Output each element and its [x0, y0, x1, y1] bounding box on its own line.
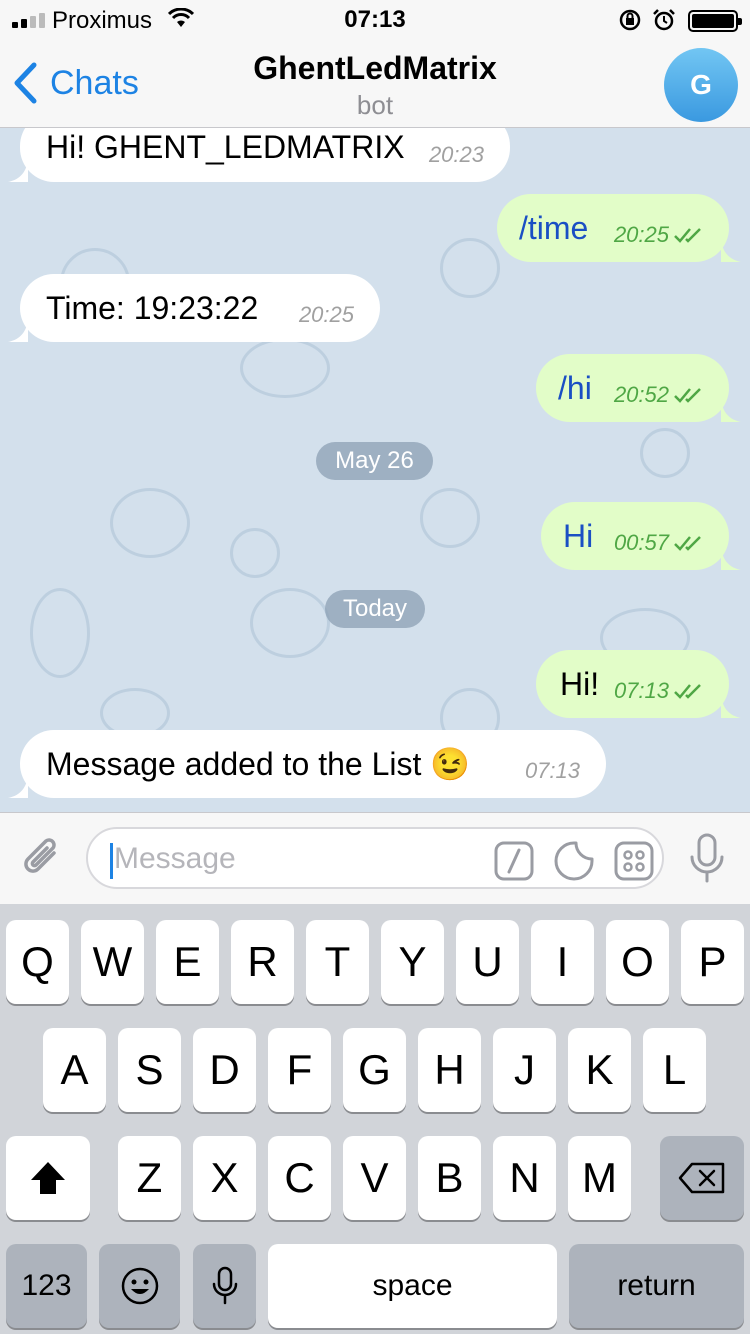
message-text: Hi [563, 517, 594, 554]
emoji-key[interactable] [99, 1244, 180, 1328]
dictation-key[interactable] [193, 1244, 256, 1328]
message-time: 20:25 [614, 222, 703, 248]
key-d[interactable]: D [193, 1028, 256, 1112]
microphone-icon [212, 1266, 237, 1305]
bubble-tail [721, 400, 741, 422]
bubble-tail [8, 776, 28, 798]
key-y[interactable]: Y [381, 920, 444, 1004]
chat-header: Chats GhentLedMatrix bot G [0, 40, 750, 128]
read-receipt-icon [674, 536, 701, 551]
bubble-tail [721, 240, 741, 262]
wallpaper-doodle [230, 528, 280, 578]
key-c[interactable]: C [268, 1136, 331, 1220]
message-bubble-incoming[interactable]: Hi! GHENT_LEDMATRIX 20:23 [8, 128, 510, 182]
key-z[interactable]: Z [118, 1136, 181, 1220]
space-key[interactable]: space [268, 1244, 557, 1328]
bubble-tail [8, 320, 28, 342]
message-time: 07:13 [524, 758, 580, 783]
date-separator: Today [325, 590, 425, 628]
wallpaper-doodle [420, 488, 480, 548]
message-text: /time [519, 209, 589, 246]
key-n[interactable]: N [493, 1136, 556, 1220]
message-bubble-outgoing[interactable]: Hi 00:57 [541, 502, 741, 570]
message-time: 20:23 [428, 142, 484, 167]
orientation-lock-icon [619, 9, 641, 31]
message-bubble-outgoing[interactable]: /hi 20:52 [536, 354, 741, 422]
message-time: 07:13 [614, 678, 703, 704]
message-time: 00:57 [614, 530, 703, 556]
keyboard: Q W E R T Y U I O P A S D F G H J K L Z … [0, 904, 750, 1334]
message-field[interactable] [86, 827, 664, 889]
key-x[interactable]: X [193, 1136, 256, 1220]
date-separator: May 26 [316, 442, 433, 480]
sticker-icon[interactable] [554, 841, 594, 881]
key-l[interactable]: L [643, 1028, 706, 1112]
return-key[interactable]: return [569, 1244, 744, 1328]
message-text: /hi [558, 369, 592, 406]
chat-subtitle: bot [356, 90, 394, 120]
key-u[interactable]: U [456, 920, 519, 1004]
message-input[interactable] [114, 839, 474, 879]
message-text: Time: 19:23:22 [46, 289, 259, 326]
message-bubble-outgoing[interactable]: Hi! 07:13 [536, 650, 741, 718]
alarm-icon [653, 9, 675, 31]
bubble-tail [721, 548, 741, 570]
status-bar: Proximus 07:13 [0, 0, 750, 40]
key-e[interactable]: E [156, 920, 219, 1004]
wallpaper-doodle [240, 338, 330, 398]
text-caret [110, 843, 113, 879]
message-bubble-incoming[interactable]: Message added to the List 😉 07:13 [8, 730, 606, 798]
key-k[interactable]: K [568, 1028, 631, 1112]
backspace-key[interactable] [660, 1136, 744, 1220]
key-f[interactable]: F [268, 1028, 331, 1112]
bubble-tail [721, 696, 741, 718]
paperclip-icon[interactable] [20, 835, 66, 881]
key-r[interactable]: R [231, 920, 294, 1004]
shift-arrow-icon [31, 1162, 65, 1194]
key-s[interactable]: S [118, 1028, 181, 1112]
key-v[interactable]: V [343, 1136, 406, 1220]
message-bubble-outgoing[interactable]: /time 20:25 [497, 194, 741, 262]
message-text: Hi! [560, 665, 600, 702]
wallpaper-doodle [640, 428, 690, 478]
wallpaper-doodle [440, 238, 500, 298]
key-b[interactable]: B [418, 1136, 481, 1220]
wallpaper-doodle [110, 488, 190, 558]
backspace-icon [678, 1162, 725, 1194]
wallpaper-doodle [250, 588, 330, 658]
microphone-icon[interactable] [688, 833, 726, 885]
avatar[interactable]: G [664, 48, 738, 122]
key-w[interactable]: W [81, 920, 144, 1004]
read-receipt-icon [674, 684, 701, 699]
message-time: 20:25 [298, 302, 354, 327]
key-j[interactable]: J [493, 1028, 556, 1112]
message-text: Message added to the List 😉 [46, 746, 471, 782]
key-o[interactable]: O [606, 920, 669, 1004]
emoji-icon [121, 1267, 158, 1305]
key-q[interactable]: Q [6, 920, 69, 1004]
message-composer [0, 812, 750, 904]
key-a[interactable]: A [43, 1028, 106, 1112]
key-t[interactable]: T [306, 920, 369, 1004]
bot-command-icon[interactable] [494, 841, 534, 881]
read-receipt-icon [674, 228, 701, 243]
key-g[interactable]: G [343, 1028, 406, 1112]
read-receipt-icon [674, 388, 701, 403]
bubble-tail [8, 160, 28, 182]
message-time: 20:52 [614, 382, 703, 408]
shift-key[interactable] [6, 1136, 90, 1220]
wallpaper-doodle [30, 588, 90, 678]
chat-title[interactable]: GhentLedMatrix [0, 50, 750, 87]
bot-keyboard-icon[interactable] [614, 841, 654, 881]
key-p[interactable]: P [681, 920, 744, 1004]
key-h[interactable]: H [418, 1028, 481, 1112]
numbers-key[interactable]: 123 [6, 1244, 87, 1328]
message-bubble-incoming[interactable]: Time: 19:23:22 20:25 [8, 274, 380, 342]
key-m[interactable]: M [568, 1136, 631, 1220]
message-text: Hi! GHENT_LEDMATRIX [46, 128, 405, 165]
key-i[interactable]: I [531, 920, 594, 1004]
battery-icon [688, 10, 742, 32]
chat-area[interactable]: Hi! GHENT_LEDMATRIX 20:23 /time 20:25 Ti… [0, 128, 750, 812]
